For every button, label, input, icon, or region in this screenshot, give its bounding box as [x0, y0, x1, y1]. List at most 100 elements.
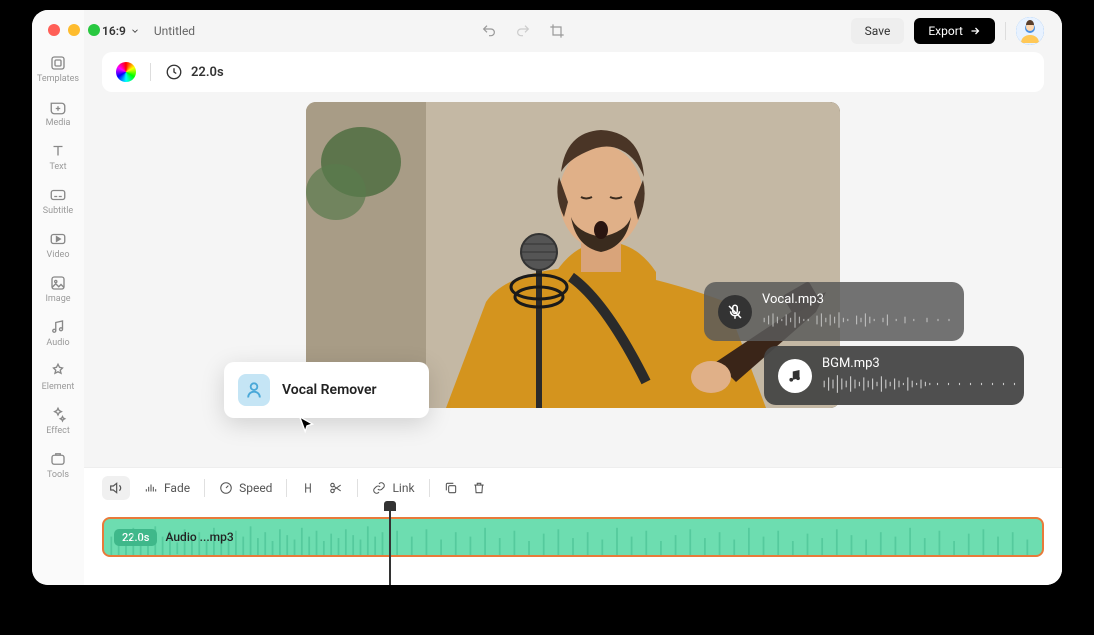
sidebar-media[interactable]: Media — [32, 92, 84, 134]
redo-icon[interactable] — [515, 23, 531, 39]
bgm-chip[interactable]: BGM.mp3 — [764, 346, 1024, 405]
effect-icon — [49, 406, 67, 424]
aspect-ratio-selector[interactable]: 16:9 — [102, 24, 140, 38]
right-actions: Save Export — [851, 17, 1044, 45]
delete-button[interactable] — [472, 481, 486, 495]
music-note-icon — [778, 359, 812, 393]
playhead[interactable] — [389, 503, 391, 585]
info-bar: 22.0s — [102, 52, 1044, 92]
waveform-icon — [762, 309, 960, 331]
vocal-chip[interactable]: Vocal.mp3 — [704, 282, 964, 341]
sidebar-label: Element — [42, 382, 75, 392]
project-title[interactable]: Untitled — [154, 24, 195, 38]
sidebar-templates[interactable]: Templates — [32, 48, 84, 90]
sidebar-element[interactable]: Element — [32, 356, 84, 398]
export-button[interactable]: Export — [914, 18, 995, 44]
duration-value: 22.0s — [191, 65, 224, 80]
history-tools — [481, 23, 565, 39]
element-icon — [49, 362, 67, 380]
templates-icon — [49, 54, 67, 72]
track-file-name: Audio ...mp3 — [165, 530, 233, 544]
window-controls — [48, 24, 100, 36]
user-avatar[interactable] — [1016, 17, 1044, 45]
trash-icon — [472, 481, 486, 495]
speed-label: Speed — [239, 481, 272, 495]
export-label: Export — [928, 24, 963, 38]
waveform-icon — [822, 373, 1020, 395]
separator — [357, 479, 358, 497]
media-icon — [49, 98, 67, 116]
main-area: 16:9 Untitled Save Export — [84, 10, 1062, 585]
divider — [1005, 22, 1006, 40]
aspect-ratio-value: 16:9 — [102, 24, 126, 38]
sidebar-label: Media — [46, 118, 71, 128]
sidebar-video[interactable]: Video — [32, 224, 84, 266]
copy-icon — [444, 481, 458, 495]
link-icon — [372, 481, 386, 495]
sidebar-audio[interactable]: Audio — [32, 312, 84, 354]
chevron-down-icon — [130, 26, 140, 36]
volume-button[interactable] — [102, 476, 130, 500]
fade-button[interactable]: Fade — [144, 481, 190, 495]
speed-button[interactable]: Speed — [219, 481, 272, 495]
person-icon — [238, 374, 270, 406]
sidebar-label: Tools — [47, 470, 69, 480]
sidebar-label: Templates — [37, 74, 79, 84]
sidebar-label: Subtitle — [43, 206, 73, 216]
sidebar-effect[interactable]: Effect — [32, 400, 84, 442]
fade-icon — [144, 481, 158, 495]
split-icon — [301, 481, 315, 495]
audio-icon — [49, 318, 67, 336]
sidebar-label: Text — [49, 162, 66, 172]
track-waveform — [104, 519, 1042, 557]
maximize-window[interactable] — [88, 24, 100, 36]
cut-button[interactable] — [329, 481, 343, 495]
mic-muted-icon — [718, 295, 752, 329]
timeline[interactable]: 22.0s Audio ...mp3 — [84, 507, 1062, 585]
app-window: Templates Media Text Subtitle Video Imag… — [32, 10, 1062, 585]
bgm-chip-label: BGM.mp3 — [822, 356, 1020, 371]
sidebar-text[interactable]: Text — [32, 136, 84, 178]
cursor-icon — [296, 414, 318, 436]
sidebar-tools[interactable]: Tools — [32, 444, 84, 486]
sidebar-subtitle[interactable]: Subtitle — [32, 180, 84, 222]
separator — [286, 479, 287, 497]
color-picker[interactable] — [116, 62, 136, 82]
sidebar-label: Audio — [46, 338, 69, 348]
save-button[interactable]: Save — [851, 18, 905, 44]
text-icon — [49, 142, 67, 160]
separator — [429, 479, 430, 497]
sidebar-label: Video — [47, 250, 70, 260]
split-button[interactable] — [301, 481, 315, 495]
undo-icon[interactable] — [481, 23, 497, 39]
left-sidebar: Templates Media Text Subtitle Video Imag… — [32, 10, 84, 585]
sidebar-image[interactable]: Image — [32, 268, 84, 310]
separator — [204, 479, 205, 497]
arrow-right-icon — [969, 25, 981, 37]
scissors-icon — [329, 481, 343, 495]
link-button[interactable]: Link — [372, 481, 414, 495]
image-icon — [49, 274, 67, 292]
sidebar-label: Image — [45, 294, 70, 304]
video-icon — [49, 230, 67, 248]
top-bar: 16:9 Untitled Save Export — [84, 10, 1062, 52]
sidebar-label: Effect — [46, 426, 70, 436]
vocal-chip-label: Vocal.mp3 — [762, 292, 960, 307]
vocal-remover-popup[interactable]: Vocal Remover — [224, 362, 429, 418]
speaker-icon — [108, 480, 124, 496]
minimize-window[interactable] — [68, 24, 80, 36]
audio-track[interactable]: 22.0s Audio ...mp3 — [102, 517, 1044, 557]
copy-button[interactable] — [444, 481, 458, 495]
link-label: Link — [392, 481, 414, 495]
popup-label: Vocal Remover — [282, 382, 377, 398]
speed-icon — [219, 481, 233, 495]
divider — [150, 63, 151, 81]
clock-icon — [165, 63, 183, 81]
duration-display: 22.0s — [165, 63, 224, 81]
canvas-area: Vocal Remover Vocal.mp3 — [84, 102, 1062, 467]
tools-icon — [49, 450, 67, 468]
timeline-toolbar: Fade Speed Link — [84, 467, 1062, 507]
close-window[interactable] — [48, 24, 60, 36]
fade-label: Fade — [164, 481, 190, 495]
crop-icon[interactable] — [549, 23, 565, 39]
